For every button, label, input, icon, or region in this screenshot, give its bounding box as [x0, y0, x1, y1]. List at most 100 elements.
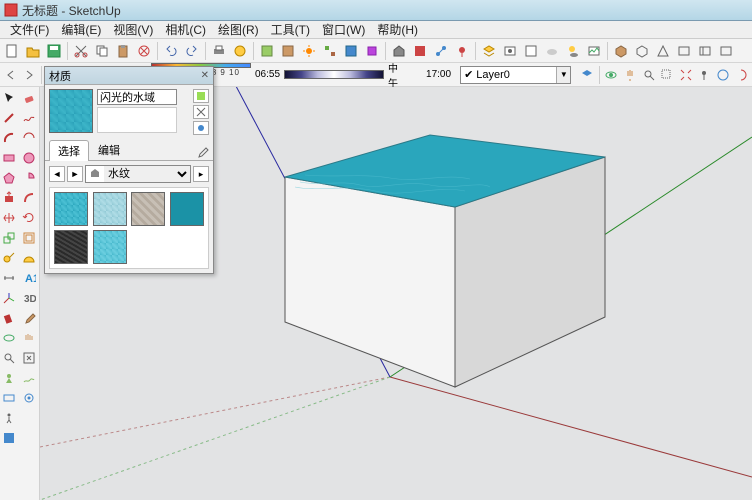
menu-window[interactable]: 窗口(W)	[316, 21, 371, 38]
category-menu-button[interactable]: ▸	[193, 166, 209, 182]
fog-button[interactable]	[542, 41, 562, 61]
pan-side-tool[interactable]	[20, 329, 38, 347]
front-view-button[interactable]	[674, 41, 694, 61]
position-camera-side-tool[interactable]	[0, 369, 18, 387]
camera-prev-button[interactable]	[2, 65, 20, 85]
section-tool[interactable]	[0, 389, 18, 407]
materials-panel[interactable]: 材质 ✕ 选择 编辑 ◄ ► 水纹 ▸	[44, 66, 214, 274]
category-forward-button[interactable]: ►	[67, 166, 83, 182]
material-thumb-5[interactable]	[54, 230, 88, 264]
material-thumb-6[interactable]	[93, 230, 127, 264]
pan-tool-button[interactable]	[621, 65, 639, 85]
create-material-button[interactable]	[193, 89, 209, 103]
sample-paint-tool[interactable]	[20, 309, 38, 327]
outliner-button[interactable]	[320, 41, 340, 61]
make-group-button[interactable]	[278, 41, 298, 61]
material-tab-edit[interactable]: 编辑	[89, 139, 129, 160]
category-dropdown[interactable]: 水纹	[104, 166, 190, 182]
time-slider[interactable]	[284, 70, 384, 79]
materials-panel-close-button[interactable]: ✕	[201, 70, 209, 81]
walk-side-tool[interactable]	[0, 409, 18, 427]
scale-tool[interactable]	[0, 229, 18, 247]
pushpull-tool[interactable]	[0, 189, 18, 207]
paint-tool[interactable]	[0, 309, 18, 327]
layer-selector[interactable]: ✔ ▼	[460, 66, 571, 84]
polygon-tool[interactable]	[0, 169, 18, 187]
zoom-tool-button[interactable]	[640, 65, 658, 85]
layer-visible-check[interactable]: ✔	[464, 68, 473, 81]
in-model-materials-button[interactable]	[193, 121, 209, 135]
material-category-select[interactable]: 水纹	[85, 165, 191, 183]
copy-button[interactable]	[92, 41, 112, 61]
components-button[interactable]	[611, 41, 631, 61]
material-thumb-2[interactable]	[93, 192, 127, 226]
layer-name-input[interactable]	[476, 69, 556, 81]
explode-button[interactable]	[299, 41, 319, 61]
text-tool[interactable]: A1	[20, 269, 38, 287]
arc-tool[interactable]	[0, 129, 18, 147]
layer-manager-button[interactable]	[578, 65, 596, 85]
dimension-tool[interactable]	[0, 269, 18, 287]
top-view-button[interactable]	[653, 41, 673, 61]
back-view-button[interactable]	[716, 41, 736, 61]
extension-button[interactable]	[410, 41, 430, 61]
zoom-window-button[interactable]	[658, 65, 676, 85]
category-back-button[interactable]: ◄	[49, 166, 65, 182]
axes-tool[interactable]	[0, 289, 18, 307]
materials-panel-header[interactable]: 材质 ✕	[45, 67, 213, 85]
cut-button[interactable]	[71, 41, 91, 61]
zoom-extents2-button[interactable]	[677, 65, 695, 85]
offset-tool[interactable]	[20, 229, 38, 247]
match-photo-button[interactable]	[584, 41, 604, 61]
look-around-button[interactable]	[733, 65, 751, 85]
model-info-button[interactable]	[230, 41, 250, 61]
delete-button[interactable]	[134, 41, 154, 61]
iso-view-button[interactable]	[632, 41, 652, 61]
zoom-extents-side-tool[interactable]	[20, 349, 38, 367]
material-name-input[interactable]	[97, 89, 177, 105]
3dtext-tool[interactable]: 3D	[20, 289, 38, 307]
rectangle-tool[interactable]	[0, 149, 18, 167]
undo-button[interactable]	[161, 41, 181, 61]
shadow-button[interactable]	[563, 41, 583, 61]
rotate-tool[interactable]	[20, 209, 38, 227]
menu-file[interactable]: 文件(F)	[4, 21, 55, 38]
zoom-side-tool[interactable]	[0, 349, 18, 367]
share-button[interactable]	[431, 41, 451, 61]
default-material-button[interactable]	[193, 105, 209, 119]
make-component-button[interactable]	[257, 41, 277, 61]
material-thumb-3[interactable]	[131, 192, 165, 226]
styles-button[interactable]	[521, 41, 541, 61]
material-thumb-4[interactable]	[170, 192, 204, 226]
followme-tool[interactable]	[20, 189, 38, 207]
menu-edit[interactable]: 编辑(E)	[55, 21, 107, 38]
redo-button[interactable]	[182, 41, 202, 61]
pie-tool[interactable]	[20, 169, 38, 187]
menu-draw[interactable]: 绘图(R)	[212, 21, 265, 38]
material-thumb-1[interactable]	[54, 192, 88, 226]
open-file-button[interactable]	[23, 41, 43, 61]
move-tool[interactable]	[0, 209, 18, 227]
component-options-button[interactable]	[362, 41, 382, 61]
eraser-tool[interactable]	[20, 89, 38, 107]
print-button[interactable]	[209, 41, 229, 61]
plugin-tool[interactable]	[0, 429, 18, 447]
layers-button[interactable]	[479, 41, 499, 61]
material-preview-swatch[interactable]	[49, 89, 93, 133]
orbit-tool-button[interactable]	[603, 65, 621, 85]
select-tool[interactable]	[0, 89, 18, 107]
walk-button[interactable]	[714, 65, 732, 85]
new-file-button[interactable]	[2, 41, 22, 61]
scenes-button[interactable]	[500, 41, 520, 61]
geo-location-button[interactable]	[452, 41, 472, 61]
paste-button[interactable]	[113, 41, 133, 61]
protractor-tool[interactable]	[20, 249, 38, 267]
cube-model[interactable]	[285, 135, 605, 387]
menu-help[interactable]: 帮助(H)	[371, 21, 424, 38]
line-tool[interactable]	[0, 109, 18, 127]
orbit-side-tool[interactable]	[0, 329, 18, 347]
menu-tools[interactable]: 工具(T)	[265, 21, 316, 38]
circle-tool[interactable]	[20, 149, 38, 167]
material-tab-select[interactable]: 选择	[49, 140, 89, 161]
material-description-input[interactable]	[97, 107, 177, 133]
